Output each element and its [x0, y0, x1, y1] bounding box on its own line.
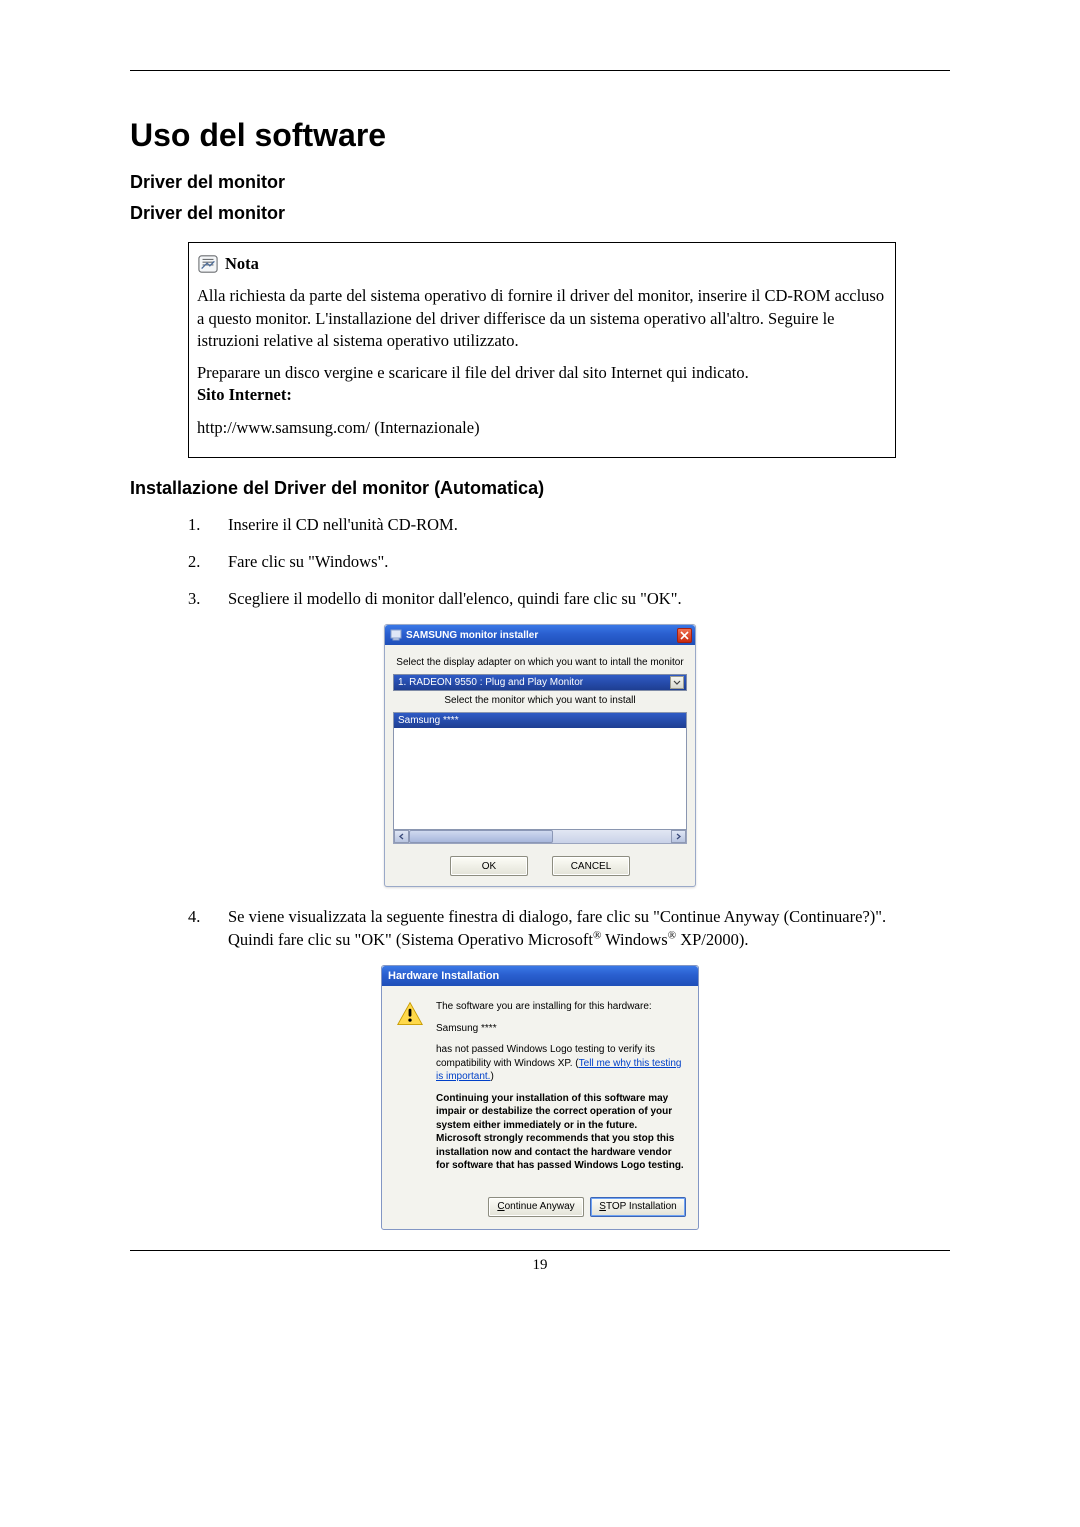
hwi-model: Samsung ****: [436, 1022, 684, 1036]
installer-title: SAMSUNG monitor installer: [406, 630, 538, 641]
scroll-track[interactable]: [409, 830, 671, 843]
hwi-line1: The software you are installing for this…: [436, 1000, 684, 1014]
continue-rest: ontinue Anyway: [505, 1201, 575, 1212]
installer-label-mid: Select the monitor which you want to ins…: [393, 695, 687, 706]
note-paragraph-1: Alla richiesta da parte del sistema oper…: [197, 285, 887, 352]
steps-list-cont: 4. Se viene visualizzata la seguente fin…: [188, 905, 918, 951]
stop-underline: S: [599, 1201, 606, 1212]
step-1-num: 1.: [188, 513, 206, 536]
registered-mark-2: ®: [668, 930, 676, 942]
hwi-line2: has not passed Windows Logo testing to v…: [436, 1043, 684, 1084]
note-header: Nota: [197, 253, 887, 275]
step-4-num: 4.: [188, 905, 206, 951]
note-icon: [197, 254, 219, 274]
step-3-text: Scegliere il modello di monitor dall'ele…: [228, 587, 682, 610]
hwi-figure: Hardware Installation The software you a…: [130, 965, 950, 1230]
stop-installation-button[interactable]: STOP Installation: [590, 1197, 686, 1217]
section-driver-1: Driver del monitor: [130, 172, 950, 193]
installer-adapter-combo[interactable]: 1. RADEON 9550 : Plug and Play Monitor: [393, 674, 687, 691]
note-box: Nota Alla richiesta da parte del sistema…: [188, 242, 896, 458]
step-3: 3. Scegliere il modello di monitor dall'…: [188, 587, 918, 610]
hwi-dialog: Hardware Installation The software you a…: [381, 965, 699, 1230]
step-4: 4. Se viene visualizzata la seguente fin…: [188, 905, 918, 951]
chevron-down-icon[interactable]: [670, 676, 684, 689]
step-2: 2. Fare clic su "Windows".: [188, 550, 918, 573]
step-4-text-mid: Windows: [601, 930, 667, 949]
top-divider: [130, 70, 950, 71]
hwi-title: Hardware Installation: [388, 970, 499, 982]
installer-list-selected[interactable]: Samsung ****: [394, 713, 686, 728]
page-title: Uso del software: [130, 117, 950, 154]
scroll-left-icon[interactable]: [394, 830, 409, 843]
ok-button[interactable]: OK: [450, 856, 528, 876]
installer-figure: SAMSUNG monitor installer Select the dis…: [130, 624, 950, 887]
continue-anyway-button[interactable]: Continue Anyway: [488, 1197, 584, 1217]
installer-label-top: Select the display adapter on which you …: [393, 657, 687, 668]
hwi-bold: Continuing your installation of this sof…: [436, 1092, 684, 1173]
installer-hscrollbar[interactable]: [393, 829, 687, 844]
continue-underline: C: [497, 1201, 504, 1212]
note-paragraph-2-text: Preparare un disco vergine e scaricare i…: [197, 363, 749, 382]
cancel-button[interactable]: CANCEL: [552, 856, 630, 876]
section-install-auto: Installazione del Driver del monitor (Au…: [130, 478, 950, 499]
installer-monitor-list[interactable]: Samsung ****: [393, 712, 687, 830]
step-1-text: Inserire il CD nell'unità CD-ROM.: [228, 513, 458, 536]
section-driver-2: Driver del monitor: [130, 203, 950, 224]
installer-dialog: SAMSUNG monitor installer Select the dis…: [384, 624, 696, 887]
hwi-message: The software you are installing for this…: [436, 1000, 684, 1181]
hwi-titlebar: Hardware Installation: [382, 966, 698, 986]
scroll-right-icon[interactable]: [671, 830, 686, 843]
step-4-text-pre: Se viene visualizzata la seguente finest…: [228, 907, 886, 949]
step-4-text-post: XP/2000).: [676, 930, 748, 949]
note-site-label: Sito Internet:: [197, 385, 292, 404]
installer-app-icon: [390, 629, 402, 641]
note-url[interactable]: http://www.samsung.com/ (Internazionale): [197, 418, 480, 437]
page-number: 19: [130, 1257, 950, 1274]
note-label: Nota: [225, 253, 259, 275]
installer-combo-value: 1. RADEON 9550 : Plug and Play Monitor: [398, 677, 583, 688]
step-4-text: Se viene visualizzata la seguente finest…: [228, 905, 918, 951]
bottom-divider: [130, 1250, 950, 1251]
step-2-text: Fare clic su "Windows".: [228, 550, 388, 573]
steps-list: 1. Inserire il CD nell'unità CD-ROM. 2. …: [188, 513, 918, 610]
note-paragraph-2: Preparare un disco vergine e scaricare i…: [197, 362, 887, 407]
close-icon[interactable]: [677, 628, 692, 643]
step-2-num: 2.: [188, 550, 206, 573]
hwi-line2-post: ): [490, 1071, 493, 1082]
step-1: 1. Inserire il CD nell'unità CD-ROM.: [188, 513, 918, 536]
step-3-num: 3.: [188, 587, 206, 610]
scroll-thumb[interactable]: [409, 830, 553, 843]
installer-titlebar: SAMSUNG monitor installer: [385, 625, 695, 645]
stop-rest: TOP Installation: [606, 1201, 677, 1212]
warning-icon: [396, 1000, 424, 1028]
